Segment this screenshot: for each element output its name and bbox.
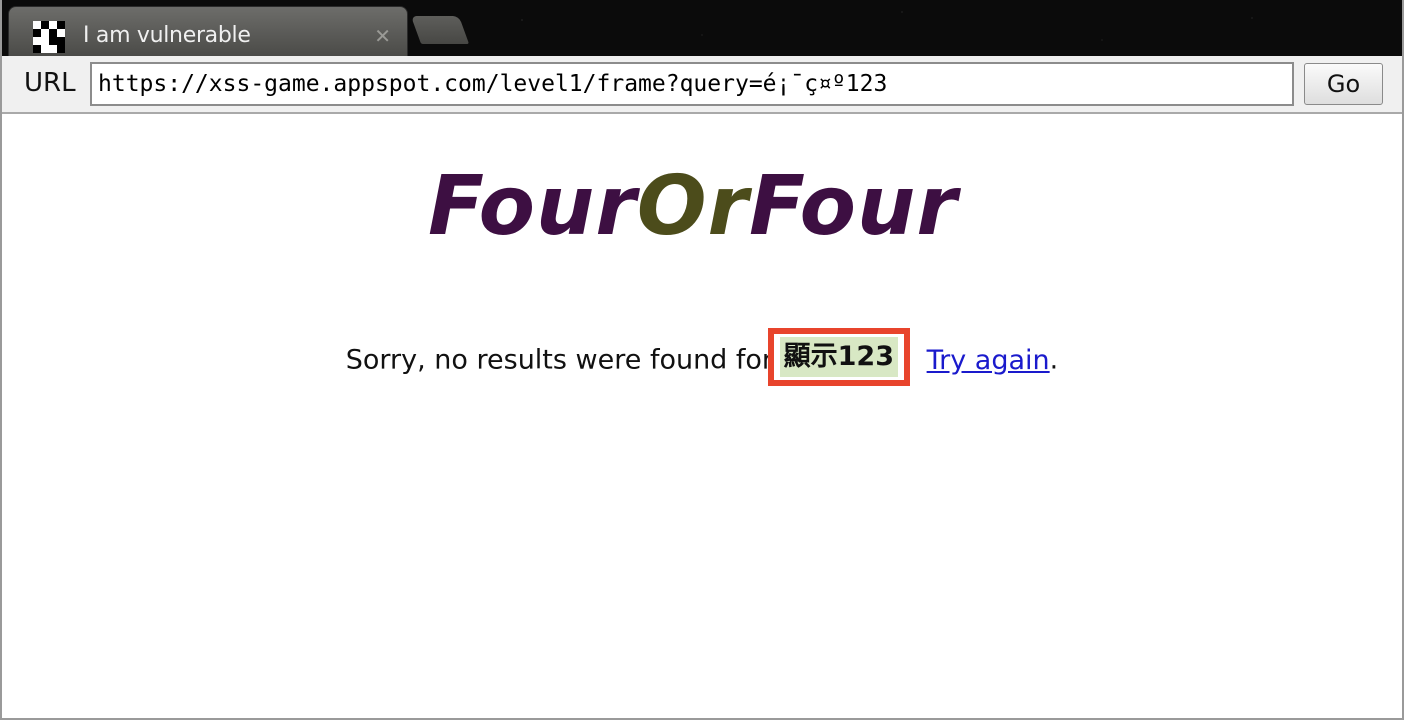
page-content: FourOrFour Sorry, no results were found …	[2, 114, 1402, 718]
browser-tab[interactable]: I am vulnerable ✕	[8, 6, 408, 56]
try-again-link[interactable]: Try again	[927, 345, 1050, 376]
go-button[interactable]: Go	[1304, 63, 1383, 105]
message-suffix: .	[1049, 344, 1059, 376]
query-value: 顯示123	[779, 337, 899, 377]
tab-title: I am vulnerable	[83, 23, 251, 48]
url-input[interactable]	[90, 62, 1294, 106]
logo-part-or: Or	[636, 159, 749, 254]
no-results-message: Sorry, no results were found for 顯示123 T…	[2, 328, 1402, 390]
close-tab-icon[interactable]: ✕	[374, 24, 391, 48]
logo-part-four-2: Four	[748, 159, 958, 254]
query-highlight-box: 顯示123	[767, 328, 911, 386]
fourorfour-logo: FourOrFour	[428, 162, 988, 252]
url-bar: URL Go	[2, 56, 1402, 114]
new-tab-button[interactable]	[410, 16, 470, 44]
url-label: URL	[24, 68, 76, 98]
tab-strip: I am vulnerable ✕	[2, 0, 1402, 56]
logo-part-four: Four	[428, 159, 637, 254]
browser-window: I am vulnerable ✕ URL Go FourOrFour Sorr…	[0, 0, 1404, 720]
checker-favicon-icon	[33, 21, 65, 53]
message-prefix: Sorry, no results were found for	[345, 344, 774, 376]
